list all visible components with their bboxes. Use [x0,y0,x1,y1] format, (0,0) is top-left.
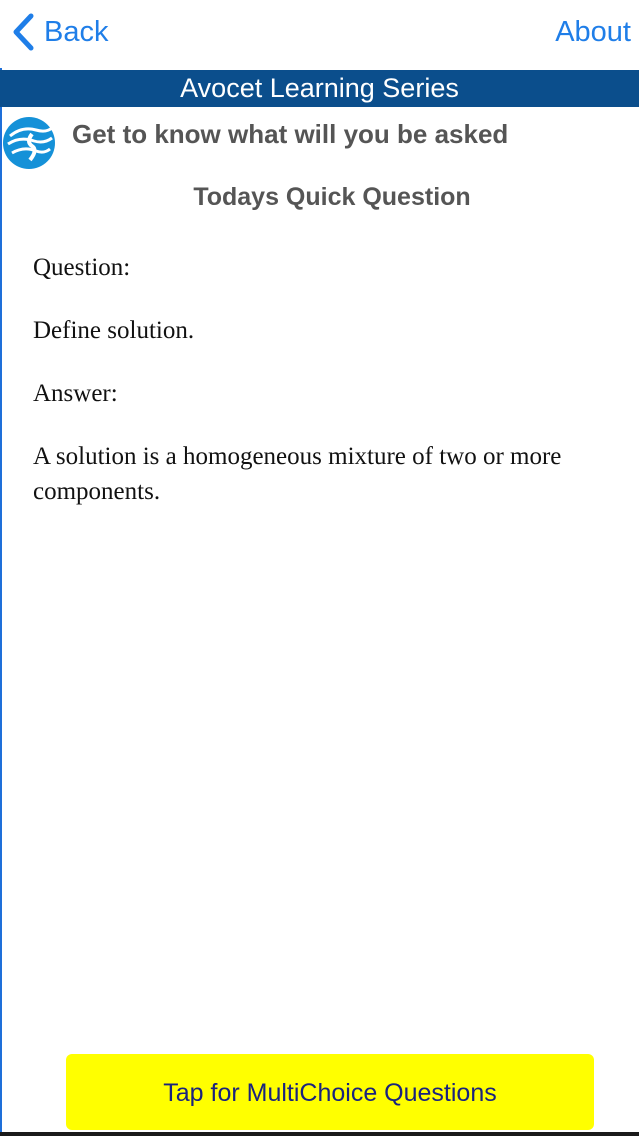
tagline: Get to know what will you be asked [72,119,509,149]
series-banner: Avocet Learning Series [0,70,639,107]
back-button[interactable]: Back [12,12,108,52]
about-button[interactable]: About [555,12,631,52]
section-title: Todays Quick Question [193,183,471,211]
question-answer-content: Question: Define solution. Answer: A sol… [33,250,633,537]
back-label: Back [44,16,109,48]
question-heading: Question: [33,254,131,281]
left-edge-border [0,0,2,1136]
avocet-logo-icon [2,116,56,170]
chevron-left-icon [12,12,38,52]
answer-heading: Answer: [33,380,118,407]
question-text: Define solution. [33,317,195,344]
navigation-bar: Back About [0,0,639,68]
answer-text: A solution is a homogeneous mixture of t… [33,443,562,505]
multichoice-questions-button[interactable]: Tap for MultiChoice Questions [66,1054,594,1130]
bottom-edge-bar [0,1132,639,1136]
